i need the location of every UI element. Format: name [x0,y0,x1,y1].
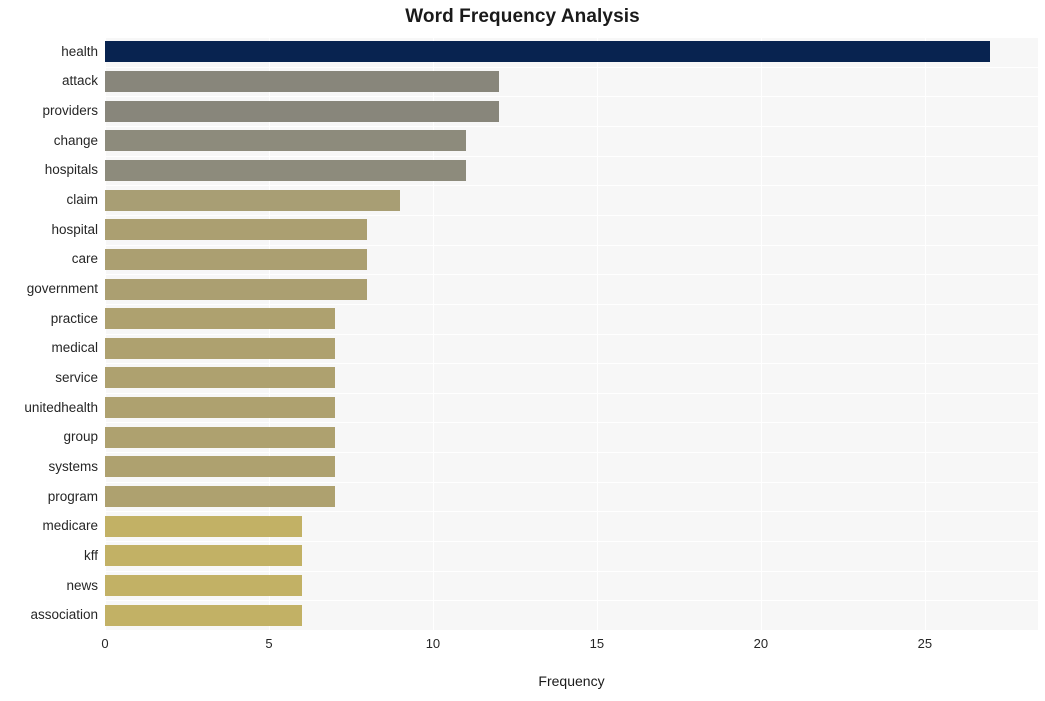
y-tick-label: unitedhealth [24,399,98,415]
bar [105,486,335,508]
y-tick-label: medicare [42,518,98,534]
bar [105,278,368,300]
bar [105,41,991,63]
bar [105,545,302,567]
y-axis-tick-labels: health attack providers change hospitals clai… [0,37,98,630]
y-tick-label: program [47,488,98,504]
x-tick-label: 5 [265,636,273,651]
y-tick-label: association [30,607,98,623]
y-tick-label: health [61,43,98,59]
y-tick-label: hospitals [44,162,98,178]
x-tick-label: 10 [425,636,441,651]
y-tick-label: providers [42,103,98,119]
bar [105,456,335,478]
x-axis-tick-labels: 0 5 10 15 20 25 [101,630,1038,660]
y-tick-label: care [71,251,98,267]
y-tick-label: hospital [51,221,98,237]
bar [105,337,335,359]
chart-title: Word Frequency Analysis [405,6,640,27]
word-frequency-chart: Word Frequency Analysis health attack prov… [0,0,1045,701]
y-tick-label: news [66,577,98,593]
x-tick-label: 15 [589,636,605,651]
bar [105,575,302,597]
y-tick-label: government [26,281,98,297]
y-tick-label: change [53,132,98,148]
y-tick-label: practice [50,310,98,326]
y-tick-label: group [63,429,98,445]
y-tick-label: claim [66,192,98,208]
bar [105,100,499,122]
bar [105,397,335,419]
bar [105,367,335,389]
bar [105,515,302,537]
plot-area [105,37,1038,630]
y-tick-label: service [55,369,98,385]
bar [105,248,368,270]
y-tick-label: attack [61,73,98,89]
bar [105,308,335,330]
x-axis-title: Frequency [538,673,605,689]
bar [105,604,302,626]
y-tick-label: systems [48,458,98,474]
x-tick-label: 0 [101,636,109,651]
bar [105,159,466,181]
bar [105,426,335,448]
y-tick-label: medical [51,340,98,356]
bar [105,219,368,241]
bar [105,70,499,92]
x-tick-label: 20 [753,636,769,651]
y-tick-label: kff [83,547,98,563]
bar-series [105,37,1038,630]
bar [105,189,401,211]
x-tick-label: 25 [917,636,933,651]
bar [105,130,466,152]
